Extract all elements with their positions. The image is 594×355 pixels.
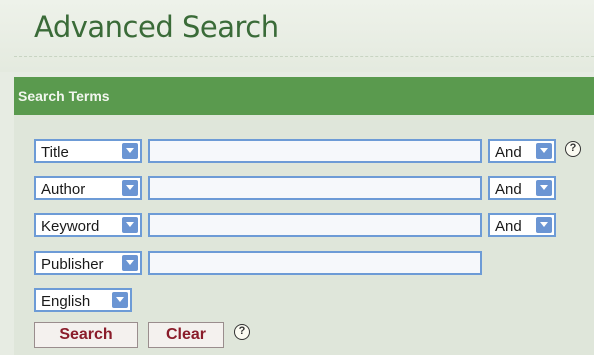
clear-button[interactable]: Clear: [148, 322, 224, 348]
chevron-down-icon: [122, 217, 138, 233]
page-header: Advanced Search: [0, 0, 594, 72]
chevron-down-icon: [112, 292, 128, 308]
operator-select-1[interactable]: And: [488, 139, 556, 163]
operator-label: And: [495, 144, 522, 161]
field-select-label: Author: [41, 181, 86, 198]
section-title: Search Terms: [18, 88, 110, 104]
field-select-label: Title: [41, 144, 69, 161]
chevron-down-icon: [536, 143, 552, 159]
chevron-down-icon: [122, 255, 138, 271]
search-input-publisher[interactable]: [148, 251, 482, 275]
operator-label: And: [495, 218, 522, 235]
language-select[interactable]: English: [34, 288, 132, 312]
operator-select-3[interactable]: And: [488, 213, 556, 237]
operator-select-2[interactable]: And: [488, 176, 556, 200]
search-input-author[interactable]: [148, 176, 482, 200]
search-input-title[interactable]: [148, 139, 482, 163]
help-icon[interactable]: ?: [565, 141, 581, 157]
language-label: English: [41, 293, 91, 310]
operator-label: And: [495, 181, 522, 198]
field-select-keyword[interactable]: Keyword: [34, 213, 142, 237]
field-select-publisher[interactable]: Publisher: [34, 251, 142, 275]
chevron-down-icon: [122, 143, 138, 159]
section-header: Search Terms: [14, 77, 594, 115]
field-select-author[interactable]: Author: [34, 176, 142, 200]
help-icon[interactable]: ?: [234, 324, 250, 340]
chevron-down-icon: [536, 180, 552, 196]
search-button[interactable]: Search: [34, 322, 138, 348]
header-divider: [14, 56, 594, 57]
field-select-title[interactable]: Title: [34, 139, 142, 163]
field-select-label: Publisher: [41, 256, 104, 273]
page-title: Advanced Search: [34, 10, 279, 44]
search-input-keyword[interactable]: [148, 213, 482, 237]
chevron-down-icon: [536, 217, 552, 233]
field-select-label: Keyword: [41, 218, 100, 235]
chevron-down-icon: [122, 180, 138, 196]
